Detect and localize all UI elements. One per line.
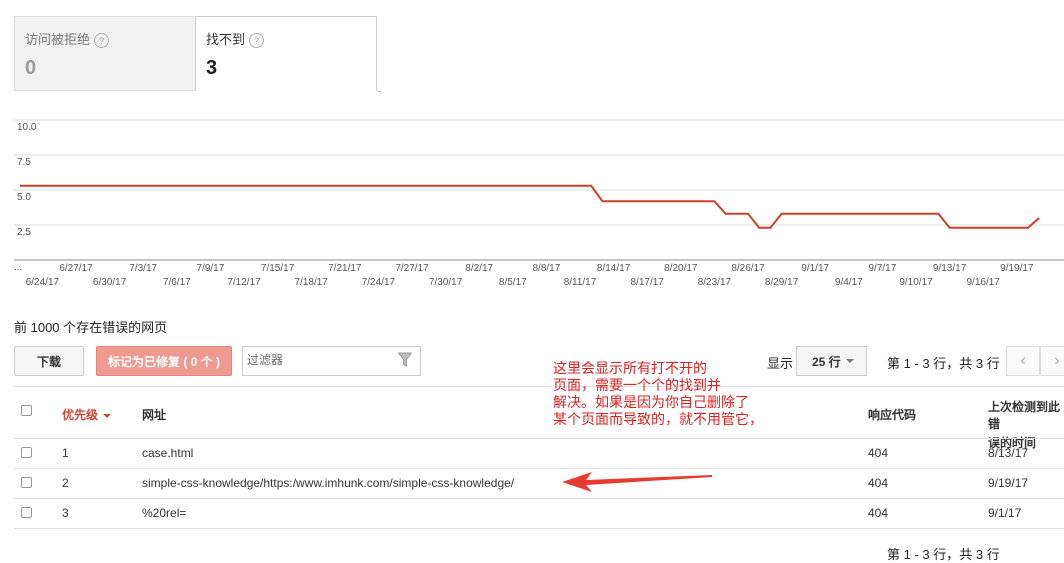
help-icon[interactable]: ?	[94, 33, 110, 49]
tab-not-found-label: 找不到	[206, 32, 246, 47]
x-tick-label: 7/30/17	[429, 277, 463, 288]
x-tick-label: 9/13/17	[933, 263, 967, 274]
table-header-border	[14, 438, 1064, 439]
help-icon[interactable]: ?	[249, 33, 265, 49]
x-tick-label: 9/4/17	[835, 277, 863, 288]
row-response-code: 404	[868, 506, 889, 520]
x-tick-label: 7/12/17	[227, 277, 261, 288]
x-tick-label: 6/27/17	[59, 263, 93, 274]
x-tick-label: 8/11/17	[564, 277, 597, 288]
column-header-priority-label: 优先级	[62, 408, 99, 422]
annotation-line: 页面，需要一个个的找到并	[553, 377, 721, 393]
x-tick-label: 9/7/17	[868, 263, 896, 274]
x-tick-label: 8/20/17	[664, 263, 698, 274]
x-tick-label: 6/24/17	[26, 277, 60, 288]
row-last-detected: 9/19/17	[988, 476, 1029, 490]
x-tick-label: 9/1/17	[801, 263, 829, 274]
row-last-detected: 8/13/17	[988, 446, 1029, 460]
x-tick-label: 8/2/17	[465, 263, 493, 274]
section-title: 前 1000 个存在错误的网页	[14, 320, 168, 335]
x-tick-label: ...	[14, 262, 22, 273]
filter-box	[242, 346, 421, 376]
column-header-priority[interactable]: 优先级	[62, 406, 112, 423]
x-tick-label: 8/29/17	[765, 277, 799, 288]
error-trend-chart: 10.0 7.5 5.0 2.5... 6/27/17 7/3/17 7/9/17 7/15/…	[14, 119, 1064, 288]
row-url[interactable]: case.html	[142, 446, 193, 460]
row-url[interactable]: %20rel=	[142, 506, 186, 520]
mark-as-fixed-button[interactable]: 标记为已修复 ( 0 个 )	[96, 346, 232, 376]
x-tick-label: 7/24/17	[362, 277, 396, 288]
table-bottom-border	[14, 528, 1064, 529]
y-tick-label: 10.0	[17, 122, 37, 133]
tab-access-denied-label: 访问被拒绝	[25, 32, 91, 47]
row-checkbox[interactable]	[21, 507, 32, 518]
tab-not-found[interactable]: 找不到? 3	[195, 16, 377, 91]
column-header-last-detected-line1: 上次检测到此错	[988, 400, 1061, 431]
rows-per-page-select[interactable]: 25 行	[796, 346, 867, 376]
chevron-right-icon: ›	[1054, 352, 1060, 369]
tab-divider	[377, 91, 381, 92]
x-tick-label: 7/15/17	[261, 263, 295, 274]
x-tick-label: 8/8/17	[532, 263, 560, 274]
x-tick-label: 9/16/17	[967, 277, 1001, 288]
x-tick-label: 7/6/17	[163, 277, 191, 288]
annotation-line: 解决。如果是因为你自己删除了	[553, 394, 749, 410]
x-tick-label: 7/9/17	[196, 263, 224, 274]
pagination-text-bottom: 第 1 - 3 行，共 3 行	[887, 547, 1000, 562]
rows-per-page-value: 25 行	[812, 354, 841, 369]
annotation-arrow-icon	[562, 472, 712, 492]
row-last-detected: 9/1/17	[988, 506, 1022, 520]
download-button[interactable]: 下载	[14, 346, 84, 376]
column-header-url[interactable]: 网址	[142, 406, 166, 423]
sort-desc-icon	[103, 413, 112, 418]
y-tick-label: 7.5	[17, 157, 31, 168]
tab-not-found-count: 3	[206, 57, 218, 79]
x-tick-label: 8/26/17	[731, 263, 765, 274]
row-url[interactable]: simple-css-knowledge/https:/www.imhunk.c…	[142, 476, 514, 490]
x-tick-label: 7/27/17	[395, 263, 429, 274]
x-tick-label: 9/19/17	[1000, 263, 1034, 274]
prev-page-button[interactable]: ‹	[1006, 346, 1040, 376]
y-tick-label: 5.0	[17, 192, 31, 203]
annotation-line: 某个页面而导致的，就不用管它，	[553, 411, 763, 427]
row-checkbox[interactable]	[21, 477, 32, 488]
tab-access-denied[interactable]: 访问被拒绝? 0	[14, 16, 195, 91]
table-top-border	[14, 386, 1064, 387]
x-tick-label: 6/30/17	[93, 277, 127, 288]
pagination-text: 第 1 - 3 行，共 3 行	[887, 356, 1000, 371]
x-tick-label: 8/23/17	[698, 277, 732, 288]
row-priority: 3	[62, 506, 69, 520]
x-tick-label: 9/10/17	[899, 277, 933, 288]
row-priority: 2	[62, 476, 69, 490]
x-tick-label: 8/14/17	[597, 263, 631, 274]
filter-input[interactable]	[243, 347, 396, 373]
x-tick-label: 8/17/17	[631, 277, 665, 288]
series-line	[20, 184, 1040, 229]
annotation-line: 这里会显示所有打不开的	[553, 360, 707, 376]
next-page-button[interactable]: ›	[1040, 346, 1064, 376]
x-tick-label: 7/3/17	[129, 263, 157, 274]
select-all-checkbox[interactable]	[21, 405, 32, 416]
chevron-down-icon	[845, 359, 854, 363]
annotation-note: 这里会显示所有打不开的 页面，需要一个个的找到并 解决。如果是因为你自己删除了 …	[553, 360, 793, 428]
column-header-response-code[interactable]: 响应代码	[868, 406, 916, 423]
row-response-code: 404	[868, 476, 889, 490]
row-divider	[14, 468, 1064, 469]
y-tick-label: 2.5	[17, 227, 31, 238]
chevron-left-icon: ‹	[1020, 352, 1026, 369]
x-tick-label: 8/5/17	[499, 277, 527, 288]
column-header-last-detected[interactable]: 上次检测到此错 误的时间	[988, 398, 1064, 451]
tab-access-denied-count: 0	[25, 57, 37, 79]
x-tick-label: 7/21/17	[328, 263, 362, 274]
row-divider	[14, 498, 1064, 499]
filter-icon[interactable]	[398, 352, 412, 368]
row-response-code: 404	[868, 446, 889, 460]
row-priority: 1	[62, 446, 69, 460]
x-tick-label: 7/18/17	[295, 277, 329, 288]
row-checkbox[interactable]	[21, 447, 32, 458]
